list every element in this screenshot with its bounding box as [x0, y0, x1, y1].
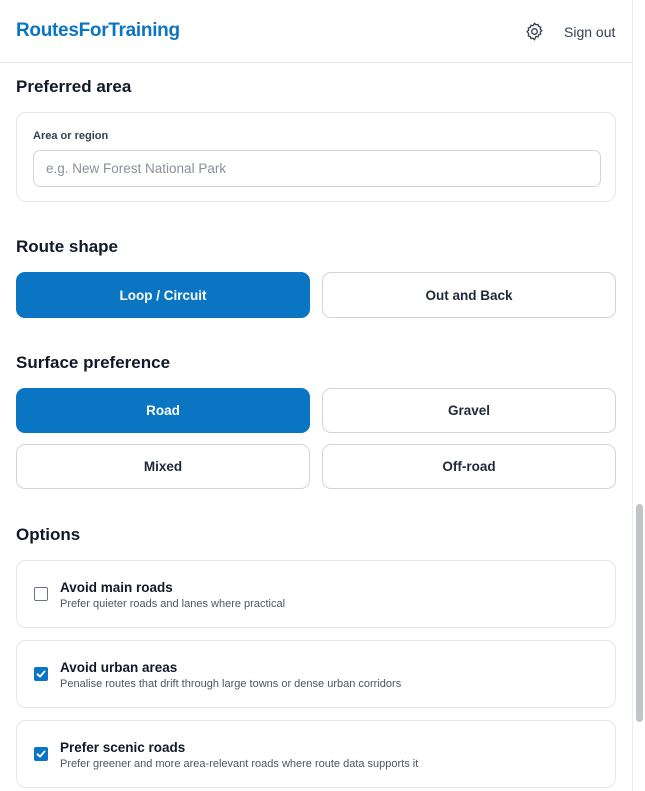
route-shape-out-and-back-button[interactable]: Out and Back — [322, 272, 616, 318]
option-avoid-main-roads[interactable]: Avoid main roads Prefer quieter roads an… — [16, 560, 616, 628]
avoid-main-roads-checkbox[interactable] — [34, 587, 48, 601]
prefer-scenic-roads-checkbox[interactable] — [34, 747, 48, 761]
app-header: RoutesForTraining Sign out — [0, 0, 632, 63]
surface-off-road-button[interactable]: Off-road — [322, 444, 616, 489]
option-description: Prefer quieter roads and lanes where pra… — [60, 598, 286, 610]
route-shape-loop-button[interactable]: Loop / Circuit — [16, 272, 310, 318]
avoid-urban-areas-checkbox[interactable] — [34, 667, 48, 681]
option-title: Avoid urban areas — [60, 660, 178, 675]
option-description: Penalise routes that drift through large… — [60, 678, 402, 690]
area-input[interactable] — [33, 150, 601, 187]
area-field-label: Area or region — [33, 130, 109, 142]
surface-gravel-button[interactable]: Gravel — [322, 388, 616, 433]
option-avoid-urban-areas[interactable]: Avoid urban areas Penalise routes that d… — [16, 640, 616, 708]
gear-icon[interactable] — [524, 21, 545, 42]
option-title: Avoid main roads — [60, 580, 173, 595]
check-icon — [36, 670, 46, 678]
brand-logo[interactable]: RoutesForTraining — [16, 20, 180, 42]
option-prefer-scenic-roads[interactable]: Prefer scenic roads Prefer greener and m… — [16, 720, 616, 788]
check-icon — [36, 750, 46, 758]
option-description: Prefer greener and more area-relevant ro… — [60, 758, 419, 770]
surface-road-button[interactable]: Road — [16, 388, 310, 433]
preferred-area-card: Area or region — [16, 112, 616, 202]
surface-mixed-button[interactable]: Mixed — [16, 444, 310, 489]
preferred-area-title: Preferred area — [16, 77, 132, 96]
sign-out-link[interactable]: Sign out — [564, 24, 615, 40]
surface-preference-title: Surface preference — [16, 353, 171, 372]
options-title: Options — [16, 525, 81, 544]
option-title: Prefer scenic roads — [60, 740, 186, 755]
route-shape-title: Route shape — [16, 237, 119, 256]
scrollbar-thumb[interactable] — [636, 504, 643, 722]
